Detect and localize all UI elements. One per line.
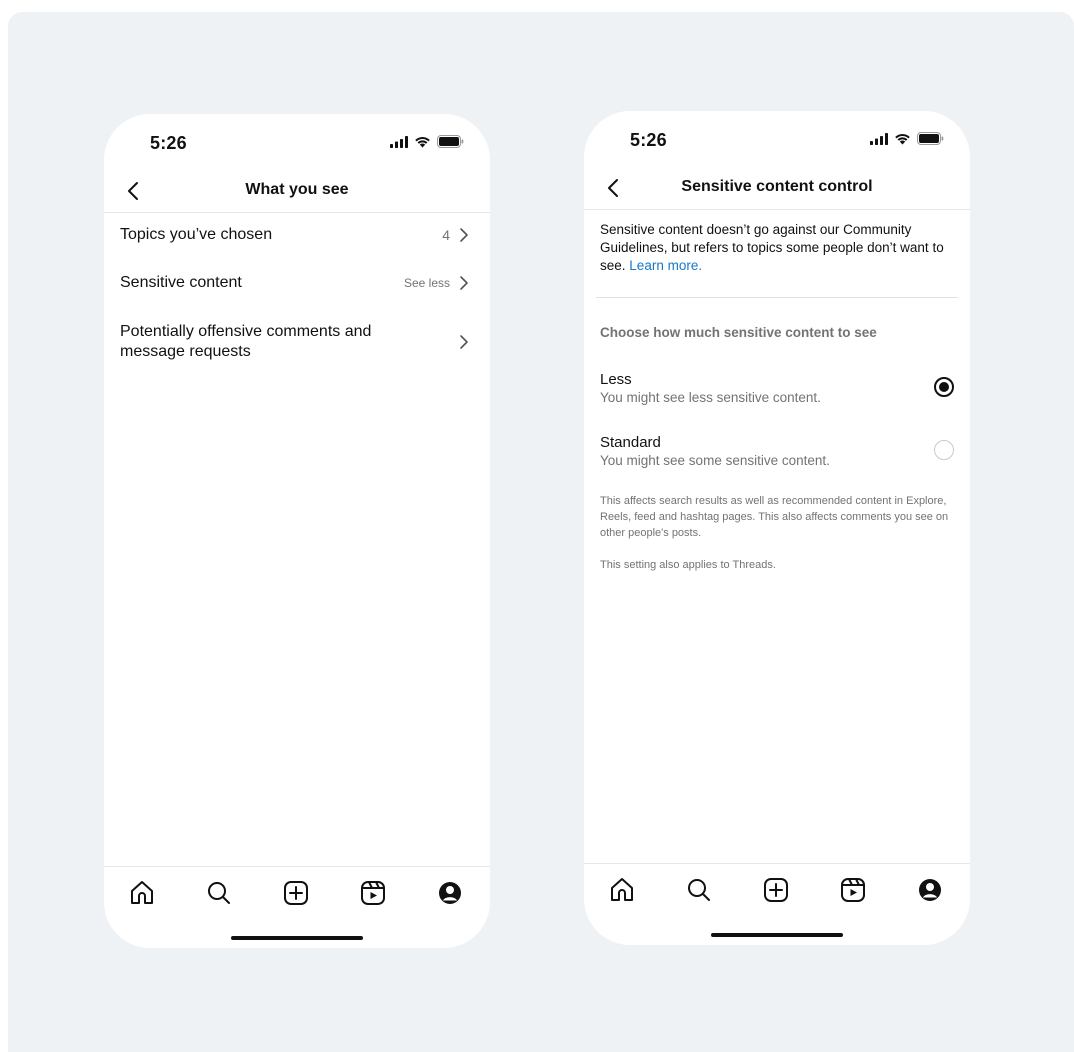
tab-bar xyxy=(584,863,970,944)
nav-bar: What you see xyxy=(104,172,490,213)
search-icon[interactable] xyxy=(685,876,713,904)
reels-icon[interactable] xyxy=(359,879,387,907)
chevron-right-icon xyxy=(460,228,468,242)
intro-text: Sensitive content doesn’t go against our… xyxy=(600,221,956,275)
status-bar: 5:26 xyxy=(584,111,970,167)
menu-item-offensive-comments[interactable]: Potentially offensive comments and messa… xyxy=(104,322,490,364)
page-title: What you see xyxy=(245,181,349,198)
status-bar: 5:26 xyxy=(104,114,490,170)
create-icon[interactable] xyxy=(282,879,310,907)
option-standard[interactable]: Standard You might see some sensitive co… xyxy=(584,434,970,478)
menu-item-value: See less xyxy=(403,276,450,290)
reels-icon[interactable] xyxy=(839,876,867,904)
profile-icon[interactable] xyxy=(436,879,464,907)
signal-icon xyxy=(870,132,888,145)
page-title: Sensitive content control xyxy=(681,178,873,195)
menu-item-label: Topics you’ve chosen xyxy=(120,226,273,243)
tab-bar xyxy=(104,866,490,947)
signal-icon xyxy=(390,135,408,148)
radio-unselected[interactable] xyxy=(934,440,954,460)
profile-icon[interactable] xyxy=(916,876,944,904)
learn-more-link[interactable]: Learn more. xyxy=(629,258,702,273)
chevron-right-icon xyxy=(460,276,468,290)
divider xyxy=(596,297,958,298)
radio-selected[interactable] xyxy=(934,377,954,397)
option-title: Less xyxy=(600,371,632,388)
status-time: 5:26 xyxy=(630,130,667,150)
home-icon[interactable] xyxy=(128,879,156,907)
menu-item-value: 4 xyxy=(442,227,450,243)
home-indicator xyxy=(231,936,363,940)
wifi-icon xyxy=(415,136,430,147)
search-icon[interactable] xyxy=(205,879,233,907)
home-indicator xyxy=(711,933,843,937)
menu-item-topics[interactable]: Topics you’ve chosen 4 xyxy=(104,224,490,246)
option-less[interactable]: Less You might see less sensitive conten… xyxy=(584,371,970,415)
home-icon[interactable] xyxy=(608,876,636,904)
wifi-icon xyxy=(895,133,910,144)
battery-icon xyxy=(437,135,464,148)
threads-note: This setting also applies to Threads. xyxy=(600,559,776,571)
menu-item-label: Sensitive content xyxy=(120,274,242,291)
option-subtitle: You might see some sensitive content. xyxy=(600,453,830,468)
option-subtitle: You might see less sensitive content. xyxy=(600,390,821,405)
menu-item-label: Potentially offensive comments and messa… xyxy=(120,323,372,360)
chevron-right-icon xyxy=(460,335,468,349)
phone-what-you-see: 5:26 What you see Topics you’ve chosen 4… xyxy=(104,114,490,948)
nav-bar: Sensitive content control xyxy=(584,169,970,210)
status-time: 5:26 xyxy=(150,133,187,153)
option-title: Standard xyxy=(600,434,661,451)
section-title: Choose how much sensitive content to see xyxy=(600,325,877,340)
info-note: This affects search results as well as r… xyxy=(600,495,949,539)
create-icon[interactable] xyxy=(762,876,790,904)
menu-item-sensitive-content[interactable]: Sensitive content See less xyxy=(104,272,490,294)
battery-icon xyxy=(917,132,944,145)
phone-sensitive-content-control: 5:26 Sensitive content control Sensitive… xyxy=(584,111,970,945)
